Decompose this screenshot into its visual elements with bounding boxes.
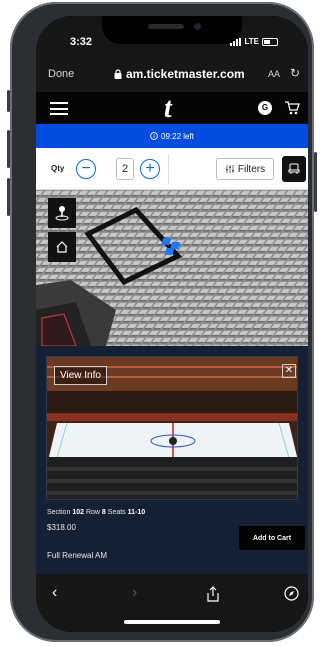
decrease-qty-button[interactable]: − [76,159,96,179]
plus-icon: + [145,160,155,177]
map-home-button[interactable] [48,232,76,262]
section-value: 102 [72,509,84,516]
forward-icon[interactable]: › [132,584,137,602]
filters-label: Filters [237,163,266,175]
status-indicators: LTE [230,37,278,46]
qty-value[interactable]: 2 [116,158,134,180]
quantity-bar: Qty − 2 + Filters [36,148,308,190]
done-button[interactable]: Done [48,68,74,80]
cart-timer-banner: 09:22 left [36,124,308,148]
seat-map-render [36,190,308,346]
row-value: 8 [101,509,106,516]
menu-icon[interactable] [50,102,68,115]
seat-view-button[interactable] [282,156,306,182]
row-label: Row [85,509,100,516]
map-pin-button[interactable] [48,198,76,228]
listing-panel: View Info ✕ Section 102 Row 8 Seats 11-1… [36,346,308,574]
silent-switch [7,90,10,112]
divider [168,154,169,184]
battery-icon [262,37,278,46]
phone-screen: 3:32 LTE Done am.ticketmaster.com AA ↻ t… [36,16,308,632]
cart-icon[interactable] [284,100,300,116]
url-field[interactable]: am.ticketmaster.com [114,67,245,81]
ticketmaster-logo[interactable]: t [164,93,172,125]
timer-text: 09:22 left [161,131,194,141]
close-icon[interactable]: ✕ [282,364,296,378]
qty-label: Qty [51,164,65,173]
add-to-cart-button[interactable]: Add to Cart [239,526,305,550]
text-size-button[interactable]: AA [268,69,280,79]
notch [102,16,242,44]
ticket-type: Full Renewal AM [47,551,108,560]
site-header: t G [36,92,308,124]
increase-qty-button[interactable]: + [140,159,160,179]
filters-button[interactable]: Filters [216,158,274,180]
account-avatar[interactable]: G [258,101,272,115]
lock-icon [114,69,122,79]
status-time: 3:32 [70,36,93,48]
network-label: LTE [244,37,259,46]
seats-label: Seats [107,509,126,516]
filter-icon [225,165,234,173]
seats-value: 11-10 [127,509,146,516]
pin-icon [55,206,69,221]
browser-toolbar: ‹ › [36,574,308,632]
volume-down-button [7,178,10,216]
home-icon [56,241,68,253]
power-button [314,152,317,212]
home-indicator [124,620,220,624]
seat-location: Section 102 Row 8 Seats 11-10 [47,509,145,516]
compass-icon[interactable] [284,586,299,601]
back-icon[interactable]: ‹ [52,584,57,602]
view-info-button[interactable]: View Info [54,366,107,385]
section-label: Section [47,509,71,516]
seat-map[interactable] [36,190,308,346]
share-icon[interactable] [206,586,220,602]
reload-icon[interactable]: ↻ [290,66,300,80]
info-icon [150,132,158,140]
seat-view-icon [288,163,300,174]
url-text: am.ticketmaster.com [126,67,245,81]
volume-up-button [7,130,10,168]
browser-address-bar: Done am.ticketmaster.com AA ↻ [36,60,308,92]
minus-icon: − [81,160,91,177]
ticket-price: $318.00 [47,523,76,532]
